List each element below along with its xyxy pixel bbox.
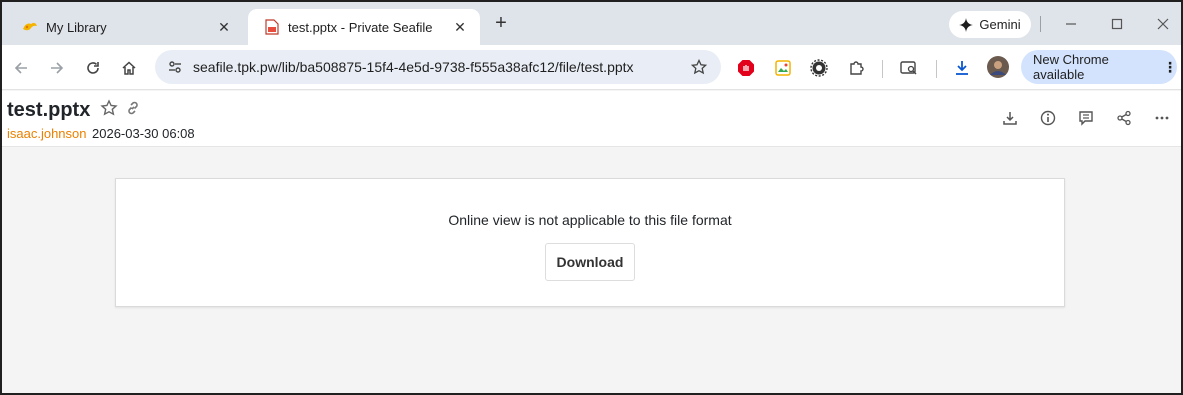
forward-arrow-icon[interactable] (44, 55, 70, 81)
address-url: seafile.tpk.pw/lib/ba508875-15f4-4e5d-97… (193, 59, 634, 75)
download-button[interactable]: Download (545, 243, 635, 281)
tab-test-pptx[interactable]: test.pptx - Private Seafile ✕ (248, 9, 480, 45)
file-header: test.pptx isaac.johnson 2026-03-30 06:08 (2, 91, 1181, 147)
more-options-icon[interactable] (1151, 107, 1173, 129)
home-icon[interactable] (116, 55, 142, 81)
tab-title: My Library (46, 19, 107, 35)
gemini-label: Gemini (979, 17, 1021, 32)
page-title: test.pptx (7, 99, 91, 121)
site-info-icon[interactable] (165, 57, 185, 77)
gemini-sparkle-icon (959, 17, 974, 32)
download-icon[interactable] (952, 58, 972, 78)
file-viewer: Online view is not applicable to this fi… (2, 148, 1181, 393)
gear-extension-icon[interactable] (809, 58, 829, 78)
image-editor-extension-icon[interactable] (773, 58, 793, 78)
tab-my-library[interactable]: My Library ✕ (6, 9, 244, 45)
close-tab-icon[interactable]: ✕ (214, 17, 234, 37)
close-window-icon[interactable] (1148, 12, 1178, 36)
unsupported-format-card: Online view is not applicable to this fi… (115, 178, 1065, 307)
comment-icon[interactable] (1075, 107, 1097, 129)
more-vert-icon[interactable]: ⋮ (1163, 59, 1177, 76)
browser-window: My Library ✕ test.pptx - Private Seafile… (0, 0, 1183, 395)
info-icon[interactable] (1037, 107, 1059, 129)
owner-link[interactable]: isaac.johnson (7, 126, 87, 141)
close-tab-icon[interactable]: ✕ (450, 17, 470, 37)
profile-avatar[interactable] (987, 56, 1009, 78)
back-arrow-icon[interactable] (8, 55, 34, 81)
link-icon[interactable] (124, 99, 144, 119)
new-tab-icon[interactable]: + (490, 12, 512, 34)
gemini-button[interactable]: Gemini (949, 11, 1031, 38)
modified-time: 2026-03-30 06:08 (92, 126, 195, 141)
reload-icon[interactable] (80, 55, 106, 81)
browser-toolbar: seafile.tpk.pw/lib/ba508875-15f4-4e5d-97… (2, 45, 1181, 90)
minimize-icon[interactable] (1056, 12, 1086, 36)
tab-strip: My Library ✕ test.pptx - Private Seafile… (2, 2, 1181, 45)
extensions-puzzle-icon[interactable] (846, 58, 866, 78)
address-bar[interactable]: seafile.tpk.pw/lib/ba508875-15f4-4e5d-97… (155, 50, 721, 84)
unsupported-message: Online view is not applicable to this fi… (448, 212, 732, 228)
update-label: New Chrome available (1033, 52, 1109, 82)
toolbar-divider (882, 60, 883, 78)
bookmark-star-icon[interactable] (687, 55, 711, 79)
download-file-icon[interactable] (999, 107, 1021, 129)
tab-title: test.pptx - Private Seafile (288, 19, 433, 35)
share-icon[interactable] (1113, 107, 1135, 129)
tab-search-icon[interactable] (899, 58, 919, 78)
maximize-icon[interactable] (1102, 12, 1132, 36)
adblock-extension-icon[interactable] (736, 58, 756, 78)
toolbar-divider (936, 60, 937, 78)
new-chrome-available-button[interactable]: New Chrome available ⋮ (1021, 50, 1177, 84)
star-icon[interactable] (100, 99, 120, 119)
divider (1040, 16, 1041, 32)
pptx-file-icon (264, 19, 280, 35)
seafile-logo-icon (22, 19, 38, 35)
